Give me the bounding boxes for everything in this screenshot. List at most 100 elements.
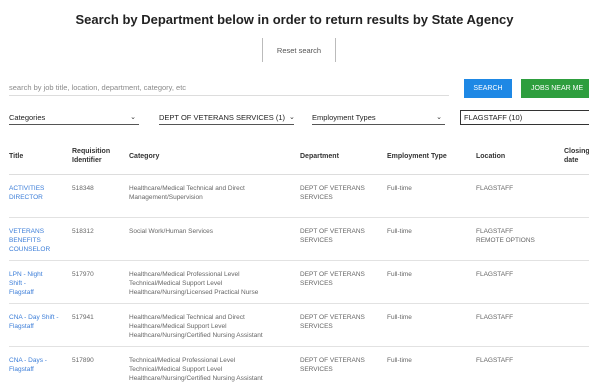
job-category-line: Healthcare/Medical Technical and Direct xyxy=(129,185,245,192)
job-location: FLAGSTAFF xyxy=(476,313,564,322)
search-input[interactable] xyxy=(9,80,449,96)
requisition-id: 518312 xyxy=(72,228,94,235)
header-location: Location xyxy=(476,152,506,160)
table-body: ACTIVITIES DIRECTOR 518348 Healthcare/Medic… xyxy=(9,175,589,383)
job-department-line: DEPT OF VETERANS xyxy=(300,314,365,321)
job-location-line: FLAGSTAFF xyxy=(476,357,514,364)
header-closing-date: Closing date xyxy=(564,148,589,164)
reset-search-button[interactable]: Reset search xyxy=(277,46,321,55)
job-category-line: Healthcare/Medical Technical and Direct xyxy=(129,314,245,321)
job-department-line: DEPT OF VETERANS xyxy=(300,357,365,364)
job-title-link-line: DIRECTOR xyxy=(9,194,43,201)
table-row: ACTIVITIES DIRECTOR 518348 Healthcare/Medic… xyxy=(9,175,589,218)
location-filter-value: FLAGSTAFF (10) xyxy=(464,113,523,122)
job-category-line: Healthcare/Nursing/Licensed Practical Nu… xyxy=(129,289,259,296)
job-category: Healthcare/Medical Technical and Direct M… xyxy=(129,184,299,202)
job-title-link-line: COUNSELOR xyxy=(9,246,51,253)
job-location: FLAGSTAFF xyxy=(476,270,564,279)
requisition-id: 517970 xyxy=(72,271,94,278)
header-requisition: Requisition Identifier xyxy=(72,148,111,164)
job-department: DEPT OF VETERANS SERVICES xyxy=(300,356,380,374)
job-department: DEPT OF VETERANS SERVICES xyxy=(300,184,380,202)
job-department-line: SERVICES xyxy=(300,323,333,330)
job-title-link[interactable]: CNA - Day Shift - Flagstaff xyxy=(9,313,67,331)
header-employment-type: Employment Type xyxy=(387,152,447,160)
job-category: Technical/Medical Professional Level Tech… xyxy=(129,356,299,383)
employment-type-filter-value: Employment Types xyxy=(312,112,376,122)
job-category-line: Technical/Medical Professional Level xyxy=(129,357,236,364)
chevron-down-icon: ⌄ xyxy=(130,114,136,121)
job-department: DEPT OF VETERANS SERVICES xyxy=(300,270,380,288)
job-category: Healthcare/Medical Professional Level Tec… xyxy=(129,270,299,297)
job-title-link-line: LPN - Night xyxy=(9,271,43,278)
page-heading: Search by Department below in order to r… xyxy=(75,12,514,27)
filter-bar: Categories ⌄ DEPT OF VETERANS SERVICES (… xyxy=(9,110,589,126)
chevron-down-icon: ⌄ xyxy=(436,114,442,121)
job-category: Social Work/Human Services xyxy=(129,227,299,236)
job-location: FLAGSTAFF xyxy=(476,356,564,365)
job-location-line: FLAGSTAFF xyxy=(476,228,514,235)
results-table: Title Requisition Identifier Category De… xyxy=(9,137,589,383)
job-department-line: SERVICES xyxy=(300,366,333,373)
table-row: VETERANS BENEFITS COUNSELOR 518312 Social Wo… xyxy=(9,218,589,261)
department-filter-value: DEPT OF VETERANS SERVICES (1) xyxy=(159,112,286,122)
reset-search-container: Reset search xyxy=(262,38,336,62)
job-location-line: FLAGSTAFF xyxy=(476,314,514,321)
job-title-link[interactable]: LPN - Night Shift - Flagstaff xyxy=(9,270,67,297)
job-title-link[interactable]: CNA - Days - Flagstaff xyxy=(9,356,67,374)
job-category-line: Technical/Medical Support Level xyxy=(129,366,223,373)
job-title-link-line: Shift - xyxy=(9,280,26,287)
job-title-link-line: ACTIVITIES xyxy=(9,185,45,192)
table-row: LPN - Night Shift - Flagstaff 517970 Healthc… xyxy=(9,261,589,304)
job-location: FLAGSTAFF REMOTE OPTIONS xyxy=(476,227,564,245)
category-filter[interactable]: Categories ⌄ xyxy=(9,110,139,125)
search-bar: SEARCH JOBS NEAR ME xyxy=(9,78,589,98)
job-category-line: Healthcare/Medical Professional Level xyxy=(129,271,240,278)
job-department: DEPT OF VETERANS SERVICES xyxy=(300,227,380,245)
employment-type: Full-time xyxy=(387,185,412,192)
requisition-id: 517890 xyxy=(72,357,94,364)
header-category: Category xyxy=(129,152,160,160)
job-title-link-line: Flagstaff xyxy=(9,323,34,330)
job-category-line: Healthcare/Nursing/Certified Nursing Ass… xyxy=(129,332,263,339)
jobs-near-me-button[interactable]: JOBS NEAR ME xyxy=(521,79,589,98)
department-filter[interactable]: DEPT OF VETERANS SERVICES (1) ⌄ xyxy=(159,110,294,125)
job-title-link-line: CNA - Days - xyxy=(9,357,47,364)
job-title-link-line: VETERANS xyxy=(9,228,45,235)
job-department-line: SERVICES xyxy=(300,237,333,244)
job-category: Healthcare/Medical Technical and Direct H… xyxy=(129,313,299,340)
job-location-line: FLAGSTAFF xyxy=(476,271,514,278)
table-row: CNA - Days - Flagstaff 517890 Technical/Med… xyxy=(9,347,589,383)
employment-type: Full-time xyxy=(387,228,412,235)
category-filter-value: Categories xyxy=(9,112,46,122)
table-row: CNA - Day Shift - Flagstaff 517941 Healthca… xyxy=(9,304,589,347)
job-department-line: SERVICES xyxy=(300,194,333,201)
job-title-link[interactable]: ACTIVITIES DIRECTOR xyxy=(9,184,67,202)
job-category-line: Management/Supervision xyxy=(129,194,203,201)
chevron-down-icon: ⌄ xyxy=(289,113,294,121)
employment-type: Full-time xyxy=(387,357,412,364)
job-title-link[interactable]: VETERANS BENEFITS COUNSELOR xyxy=(9,227,67,254)
requisition-id: 517941 xyxy=(72,314,94,321)
job-category-line: Healthcare/Nursing/Certified Nursing Ass… xyxy=(129,375,263,382)
job-title-link-line: Flagstaff xyxy=(9,366,34,373)
job-department-line: DEPT OF VETERANS xyxy=(300,271,365,278)
job-title-link-line: Flagstaff xyxy=(9,289,34,296)
job-title-link-line: BENEFITS xyxy=(9,237,41,244)
job-title-link-line: CNA - Day Shift - xyxy=(9,314,59,321)
table-header: Title Requisition Identifier Category De… xyxy=(9,137,589,175)
job-department-line: DEPT OF VETERANS xyxy=(300,185,365,192)
job-location-line: REMOTE OPTIONS xyxy=(476,237,535,244)
job-department-line: SERVICES xyxy=(300,280,333,287)
location-filter[interactable]: FLAGSTAFF (10) ⌄ xyxy=(460,110,589,125)
header-department: Department xyxy=(300,152,339,160)
employment-type: Full-time xyxy=(387,314,412,321)
search-button[interactable]: SEARCH xyxy=(464,79,512,98)
job-category-line: Healthcare/Medical Support Level xyxy=(129,323,227,330)
job-department-line: DEPT OF VETERANS xyxy=(300,228,365,235)
job-location: FLAGSTAFF xyxy=(476,184,564,193)
employment-type-filter[interactable]: Employment Types ⌄ xyxy=(312,110,445,125)
job-category-line: Technical/Medical Support Level xyxy=(129,280,223,287)
job-department: DEPT OF VETERANS SERVICES xyxy=(300,313,380,331)
job-location-line: FLAGSTAFF xyxy=(476,185,514,192)
